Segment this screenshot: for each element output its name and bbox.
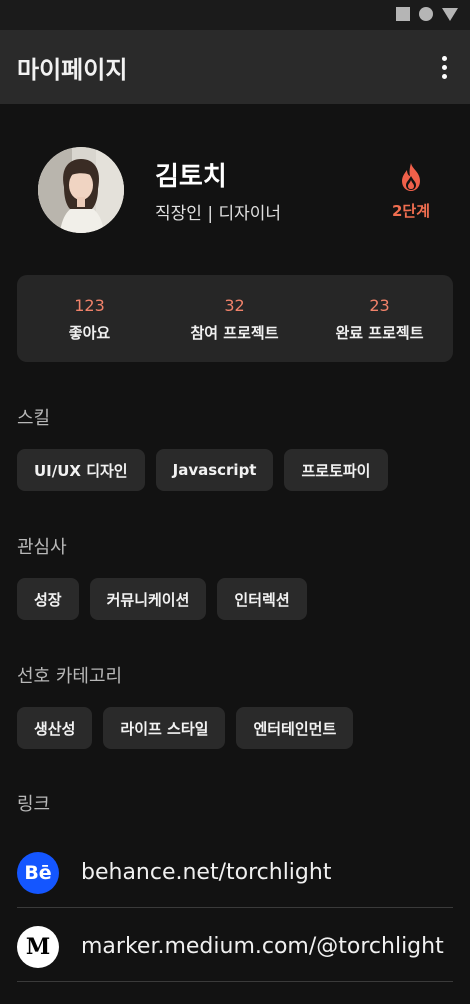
stat-likes[interactable]: 123 좋아요 bbox=[17, 275, 162, 362]
links-title: 링크 bbox=[17, 794, 51, 815]
stat-value: 32 bbox=[224, 296, 245, 315]
interests-chips: 성장 커뮤니케이션 인터렉션 bbox=[17, 578, 307, 620]
category-chip[interactable]: 엔터테인먼트 bbox=[236, 707, 354, 749]
flame-icon bbox=[398, 162, 424, 192]
profile-role: 직장인 | 디자이너 bbox=[155, 204, 282, 224]
behance-icon: Bē bbox=[17, 851, 59, 894]
skills-chips: UI/UX 디자인 Javascript 프로토파이 bbox=[17, 449, 388, 491]
avatar bbox=[38, 147, 124, 233]
stat-value: 123 bbox=[74, 296, 105, 315]
profile-name: 김토치 bbox=[155, 162, 227, 192]
category-chip[interactable]: 생산성 bbox=[17, 707, 93, 749]
stats-card: 123 좋아요 32 참여 프로젝트 23 완료 프로젝트 bbox=[17, 275, 453, 362]
app-bar: 마이페이지 bbox=[0, 30, 470, 104]
link-url: marker.medium.com/@torchlight bbox=[81, 934, 444, 959]
interest-chip[interactable]: 인터렉션 bbox=[217, 578, 307, 620]
status-icons bbox=[396, 7, 458, 21]
stat-label: 좋아요 bbox=[68, 324, 111, 342]
status-bar bbox=[0, 0, 470, 30]
stat-completed-projects[interactable]: 23 완료 프로젝트 bbox=[307, 275, 452, 362]
page-title: 마이페이지 bbox=[17, 56, 128, 84]
level-label: 2단계 bbox=[391, 202, 431, 220]
medium-icon: M bbox=[17, 925, 59, 968]
circle-icon bbox=[419, 7, 433, 21]
link-behance[interactable]: Bē behance.net/torchlight bbox=[17, 838, 453, 908]
more-vertical-icon[interactable] bbox=[432, 52, 456, 82]
skills-title: 스킬 bbox=[17, 408, 51, 429]
interest-chip[interactable]: 커뮤니케이션 bbox=[89, 578, 207, 620]
stat-label: 참여 프로젝트 bbox=[190, 324, 279, 342]
categories-chips: 생산성 라이프 스타일 엔터테인먼트 bbox=[17, 707, 354, 749]
interest-chip[interactable]: 성장 bbox=[17, 578, 79, 620]
stat-value: 23 bbox=[369, 296, 390, 315]
interests-title: 관심사 bbox=[17, 537, 67, 558]
skill-chip[interactable]: Javascript bbox=[155, 449, 274, 491]
skill-chip[interactable]: UI/UX 디자인 bbox=[17, 449, 145, 491]
category-chip[interactable]: 라이프 스타일 bbox=[103, 707, 226, 749]
link-url: behance.net/torchlight bbox=[81, 860, 332, 885]
square-icon bbox=[396, 7, 410, 21]
stat-label: 완료 프로젝트 bbox=[335, 324, 424, 342]
skill-chip[interactable]: 프로토파이 bbox=[284, 449, 388, 491]
link-medium[interactable]: M marker.medium.com/@torchlight bbox=[17, 912, 453, 982]
stat-joined-projects[interactable]: 32 참여 프로젝트 bbox=[162, 275, 307, 362]
triangle-icon bbox=[442, 7, 458, 21]
categories-title: 선호 카테고리 bbox=[17, 666, 123, 687]
